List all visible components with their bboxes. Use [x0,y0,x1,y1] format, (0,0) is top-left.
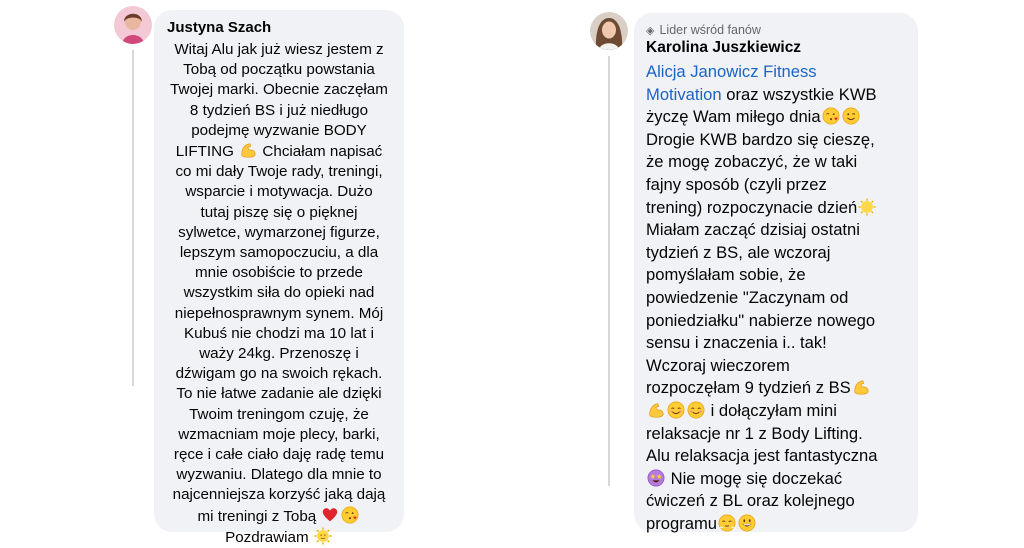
thread-line [132,50,134,386]
comment-line: tutaj piszę się o pięknej [200,203,358,221]
mention-link[interactable]: Alicja Janowicz Fitness [646,62,817,81]
comment-text: Witaj Alu jak już wiesz jestem z Tobą od… [154,40,404,548]
comment-bubble: ◈ Lider wśród fanów Karolina Juszkiewicz … [634,13,918,535]
comment-line: Twojej marki. Obecnie zaczęłam [170,81,388,99]
comment-line-part: Chciałam napisać [262,143,383,161]
comment-line: powiedzenie "Zaczynam od [646,287,849,307]
comment-author[interactable]: Karolina Juszkiewicz [646,39,801,57]
comment-line: lepszym samopoczuciu, a dla [179,244,379,262]
comment-line: trening) rozpoczynacie dzień [646,197,910,220]
mention-link[interactable]: Motivation [646,85,722,104]
comment-line: tydzień z BS, ale wczoraj [646,242,831,262]
comment-line: Kubuś nie chodzi ma 10 lat i [184,324,374,342]
comment-line: że mogę zobaczyć, że w taki [646,152,858,172]
flexed-biceps-icon [647,401,665,419]
comment-line: Alicja Janowicz Fitness [646,61,910,84]
comment-line: i dołączyłam mini [646,400,910,423]
thread-line [608,56,610,486]
fan-badge: ◈ Lider wśród fanów [646,23,761,37]
comment-line: Twoim treningom czuję, że [189,405,369,423]
comment-line: wzmacniam moje plecy, barki, [178,425,380,443]
comment-line-part: Pozdrawiam [225,528,309,546]
comment-line: poniedziałku" nabierze nowego [646,310,876,330]
comment-line: życzę Wam miłego dnia [646,106,910,129]
flexed-biceps-icon [239,141,257,159]
comment-line: fajny sposób (czyli przez [646,174,827,194]
comment-line-part: programu [646,513,718,533]
comment-line: Wczoraj wieczorem [646,355,790,375]
comment-line-part: i dołączyłam mini [710,400,837,420]
winking-face-icon [842,107,860,125]
comment-line: Motivation oraz wszystkie KWB [646,84,910,107]
comment-line: programu [646,513,910,536]
sun-with-face-icon [314,527,332,545]
avatar[interactable] [590,12,628,50]
fan-badge-label: Lider wśród fanów [659,23,761,37]
star-struck-icon [647,469,665,487]
face-blowing-kiss-icon [822,107,840,125]
comment-author[interactable]: Justyna Szach [167,19,271,36]
comment-line: Drogie KWB bardzo się cieszę, [646,129,875,149]
comment-line-part: trening) rozpoczynacie dzień [646,197,858,217]
comment-line: 8 tydzień BS i już niedługo [189,101,369,119]
comment-line: co mi dały Twoje rady, treningi, [175,163,383,181]
comment-line: To nie łatwe zadanie ale dzięki [176,385,382,403]
comment-line: Witaj Alu jak już wiesz jestem z [174,41,384,58]
comment-line: Alu relaksacja jest fantastyczna [646,446,878,466]
comment-line: ćwiczeń z BL oraz kolejnego [646,491,855,511]
comment-line: waży 24kg. Przenoszę i [199,345,359,363]
flexed-biceps-icon [852,378,870,396]
comment-line-part: życzę Wam miłego dnia [646,107,821,127]
face-with-steam-icon [718,514,736,532]
comment-line: sensu i znaczenia i.. tak! [646,333,827,353]
comment-line: Pozdrawiam [154,527,404,548]
comment-bubble: Justyna Szach Witaj Alu jak już wiesz je… [154,10,404,546]
comment-line-part: oraz wszystkie KWB [726,84,877,104]
comment-line: rozpoczęłam 9 tydzień z BS [646,377,910,400]
face-blowing-kiss-icon [341,506,359,524]
comment-line: wyzwaniu. Dlatego dla mnie to [176,466,382,484]
comment-line: relaksacje nr 1 z Body Lifting. [646,423,863,443]
comment-line-part: mi treningi z Tobą [197,507,317,525]
comment-line: Tobą od początku powstania [183,61,375,79]
comment-line: LIFTING Chciałam napisać [154,141,404,162]
comment-line: mnie osobiście to przede [195,264,363,282]
comment-line: podejmę wyzwanie BODY [191,121,367,139]
diamond-icon: ◈ [646,25,655,37]
comment-line: pomyślałam sobie, że [646,265,806,285]
comment-text: Alicja Janowicz Fitness Motivation oraz … [646,61,910,535]
grinning-face-icon [738,514,756,532]
comment-line: mi treningi z Tobą [154,506,404,527]
smiling-face-icon [667,401,685,419]
comment-line: wszystkim siła do opieki nad [183,284,375,302]
avatar[interactable] [114,6,152,44]
comment-line: sylwetce, wymarzonej figurze, [178,223,380,241]
red-heart-icon [321,506,339,524]
comment-line-part: LIFTING [175,143,234,161]
comment-line: najcenniejsza korzyść jaką dają [172,486,386,504]
smiling-face-icon [687,401,705,419]
comment-line: niepełnosprawnym synem. Mój [174,304,384,322]
comment-line-part: Nie mogę się doczekać [670,468,843,488]
comment-line: Nie mogę się doczekać [646,468,910,491]
comment-line: ręce i całe ciało daję radę temu [173,446,385,464]
comment-line: Miałam zacząć dzisiaj ostatni [646,220,860,240]
sun-icon [858,198,876,216]
comment-line-part: rozpoczęłam 9 tydzień z BS [646,378,851,398]
comment-line: dźwigam go na swoich rękach. [175,365,383,383]
comment-line: wsparcie i motywacja. Dużo [185,183,373,201]
